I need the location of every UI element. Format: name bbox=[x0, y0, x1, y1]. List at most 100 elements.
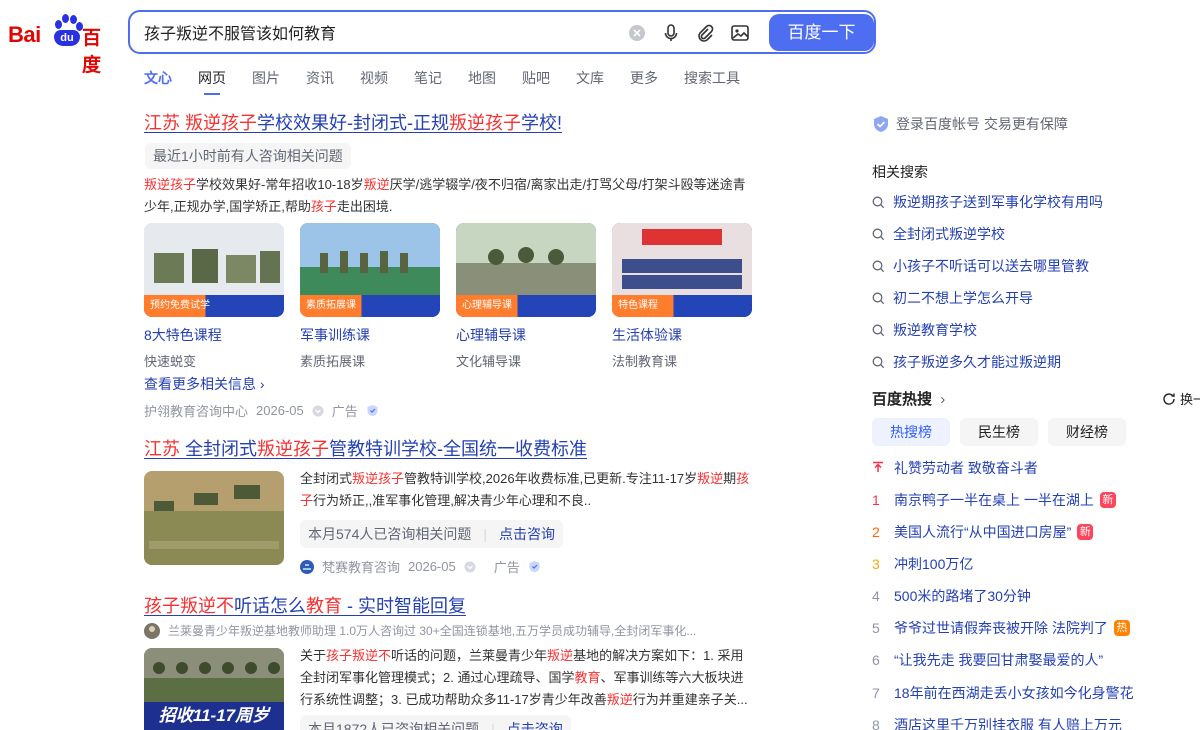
more-info-link[interactable]: 查看更多相关信息 › bbox=[144, 374, 265, 394]
dropdown-icon[interactable] bbox=[464, 561, 476, 573]
result-title[interactable]: 江苏 叛逆孩子学校效果好-封闭式-正规叛逆孩子学校! bbox=[144, 111, 562, 135]
microphone-icon[interactable] bbox=[661, 23, 681, 43]
search-button[interactable]: 百度一下 bbox=[769, 14, 874, 51]
hot-search-item[interactable]: 8 酒店这里千万别挂衣服 有人赔上万元 bbox=[872, 715, 1122, 730]
tab-notes[interactable]: 笔记 bbox=[414, 68, 442, 92]
refresh-button[interactable]: 换一 bbox=[1162, 389, 1200, 408]
search-tabs: 文心 网页 图片 资讯 视频 笔记 地图 贴吧 文库 更多 搜索工具 bbox=[144, 68, 766, 95]
logo-text-bai: Bai bbox=[8, 22, 41, 47]
result-meta: 护翎教育咨询中心 2026-05 广告 bbox=[144, 401, 379, 420]
hot-search-tabs: 热搜榜 民生榜 财经榜 bbox=[872, 418, 1126, 446]
guarantee-icon[interactable] bbox=[366, 404, 379, 417]
tab-video[interactable]: 视频 bbox=[360, 68, 388, 92]
tab-web[interactable]: 网页 bbox=[198, 68, 226, 95]
clear-icon[interactable] bbox=[627, 23, 647, 43]
card-title[interactable]: 生活体验课 bbox=[612, 325, 752, 345]
course-card[interactable]: 素质拓展课 军事训练课 素质拓展课 bbox=[300, 223, 440, 370]
result-date: 2026-05 bbox=[256, 403, 304, 418]
hot-rank: 7 bbox=[872, 685, 880, 701]
consult-count: 本月1872人已咨询相关问题 bbox=[308, 721, 480, 730]
login-tip[interactable]: 登录百度帐号 交易更有保障 bbox=[872, 114, 1068, 134]
card-subtitle: 法制教育课 bbox=[612, 354, 678, 369]
hot-rank: 2 bbox=[872, 524, 880, 540]
result-title[interactable]: 孩子叛逆不听话怎么教育 - 实时智能回复 bbox=[144, 594, 466, 618]
related-search-item[interactable]: 初二不想上学怎么开导 bbox=[872, 288, 1033, 308]
tab-images[interactable]: 图片 bbox=[252, 68, 280, 92]
consult-bar: 本月1872人已咨询相关问题 | 点击咨询 bbox=[300, 715, 571, 730]
hot-search-item[interactable]: 礼赞劳动者 致敬奋斗者 bbox=[872, 458, 1038, 478]
consult-button[interactable]: 点击咨询 bbox=[499, 520, 555, 548]
hot-rank: 6 bbox=[872, 652, 880, 668]
hot-search-item[interactable]: 6 “让我先走 我要回甘肃娶最爱的人” bbox=[872, 650, 1103, 670]
hot-search-label: “让我先走 我要回甘肃娶最爱的人” bbox=[894, 652, 1104, 668]
attachment-icon[interactable] bbox=[695, 23, 715, 43]
author-info: 兰莱曼青少年叛逆基地教师助理 1.0万人咨询过 30+全国连锁基地,五万学员成功… bbox=[168, 624, 697, 638]
refresh-icon bbox=[1163, 392, 1175, 405]
tab-wenxin[interactable]: 文心 bbox=[144, 68, 172, 92]
tab-hot-search[interactable]: 热搜榜 bbox=[872, 418, 950, 446]
snippet-text: 走出困境. bbox=[336, 199, 393, 214]
hot-search-item[interactable]: 4 500米的路堵了30分钟 bbox=[872, 586, 1031, 606]
new-badge: 新 bbox=[1099, 492, 1116, 508]
source-name[interactable]: 梵赛教育咨询 bbox=[322, 557, 400, 576]
snippet-text: 全封闭式 bbox=[300, 471, 353, 486]
snippet-text: 管教特训学校,2026年收费标准,已更新.专注11-17岁 bbox=[404, 471, 698, 486]
search-icon bbox=[872, 356, 885, 368]
course-card[interactable]: 特色课程 生活体验课 法制教育课 bbox=[612, 223, 752, 370]
result-snippet: 叛逆孩子学校效果好-常年招收10-18岁叛逆厌学/逃学辍学/夜不归宿/离家出走/… bbox=[144, 174, 764, 218]
related-search-item[interactable]: 全封闭式叛逆学校 bbox=[872, 224, 1005, 244]
baidu-logo[interactable]: Bai du 百度 bbox=[8, 14, 114, 76]
hot-rank: 4 bbox=[872, 588, 880, 604]
chevron-right-icon: › bbox=[259, 376, 265, 392]
related-search-item[interactable]: 孩子叛逆多久才能过叛逆期 bbox=[872, 352, 1061, 372]
tab-map[interactable]: 地图 bbox=[468, 68, 496, 92]
consult-count: 本月574人已咨询相关问题 bbox=[308, 526, 472, 542]
result-title[interactable]: 江苏 全封闭式叛逆孩子管教特训学校-全国统一收费标准 bbox=[144, 437, 587, 461]
course-card[interactable]: 预约免费试学 8大特色课程 快速蜕变 bbox=[144, 223, 284, 370]
training-illustration bbox=[300, 223, 440, 295]
logo-du: du bbox=[54, 30, 80, 46]
card-title[interactable]: 军事训练课 bbox=[300, 325, 440, 345]
title-part: 学校效果好-封闭式-正规 bbox=[257, 113, 450, 133]
card-title[interactable]: 8大特色课程 bbox=[144, 325, 284, 345]
hot-search-item[interactable]: 5 爷爷过世请假奔丧被开除 法院判了 热 bbox=[872, 618, 1130, 638]
related-search-item[interactable]: 叛逆期孩子送到军事化学校有用吗 bbox=[872, 192, 1103, 212]
tab-finance[interactable]: 财经榜 bbox=[1048, 418, 1126, 446]
title-part: - 实时智能回复 bbox=[342, 596, 466, 616]
search-icon bbox=[872, 292, 885, 304]
tab-more[interactable]: 更多 bbox=[630, 68, 658, 92]
guarantee-icon[interactable] bbox=[528, 560, 541, 573]
search-icon bbox=[872, 228, 885, 240]
snippet-text: 、军事训练等六大板块进 bbox=[600, 670, 744, 685]
source-name[interactable]: 护翎教育咨询中心 bbox=[144, 401, 248, 420]
related-search-item[interactable]: 小孩子不听话可以送去哪里管教 bbox=[872, 256, 1089, 276]
result-thumbnail[interactable]: 招收11-17周岁 bbox=[144, 648, 284, 730]
hot-search-item[interactable]: 1 南京鸭子一半在桌上 一半在湖上 新 bbox=[872, 490, 1116, 510]
card-subtitle: 素质拓展课 bbox=[300, 354, 366, 369]
hot-search-item[interactable]: 7 18年前在西湖走丢小女孩如今化身警花 bbox=[872, 683, 1134, 703]
tab-wenku[interactable]: 文库 bbox=[576, 68, 604, 92]
tab-search-tools[interactable]: 搜索工具 bbox=[684, 68, 740, 92]
course-card[interactable]: 心理辅导课 心理辅导课 文化辅导课 bbox=[456, 223, 596, 370]
course-image: 预约免费试学 bbox=[144, 223, 284, 317]
snippet-text: 全封闭军事化管理模式；2. 通过心理疏导、国学 bbox=[300, 670, 575, 685]
search-input[interactable] bbox=[144, 20, 604, 44]
related-search-item[interactable]: 叛逆教育学校 bbox=[872, 320, 977, 340]
consult-button[interactable]: 点击咨询 bbox=[507, 715, 563, 730]
hot-search-item[interactable]: 2 美国人流行“从中国进口房屋” 新 bbox=[872, 522, 1094, 542]
snippet-keyword: 孩 bbox=[736, 471, 750, 486]
tab-livelihood[interactable]: 民生榜 bbox=[960, 418, 1038, 446]
image-search-icon[interactable] bbox=[730, 23, 750, 43]
hot-search-item[interactable]: 3 冲刺100万亿 bbox=[872, 554, 973, 574]
title-keyword: 孩子叛逆不 bbox=[144, 596, 234, 616]
dropdown-icon[interactable] bbox=[312, 405, 324, 417]
card-title[interactable]: 心理辅导课 bbox=[456, 325, 596, 345]
tab-tieba[interactable]: 贴吧 bbox=[522, 68, 550, 92]
snippet-keyword: 叛逆 bbox=[363, 177, 390, 192]
snippet-keyword: 叛逆 bbox=[697, 471, 724, 486]
tab-news[interactable]: 资讯 bbox=[306, 68, 334, 92]
hot-search-title[interactable]: 百度热搜 › bbox=[872, 388, 945, 409]
title-part: 江苏 bbox=[144, 439, 186, 459]
snippet-keyword: 叛逆 bbox=[606, 692, 633, 707]
result-thumbnail[interactable] bbox=[144, 471, 284, 565]
